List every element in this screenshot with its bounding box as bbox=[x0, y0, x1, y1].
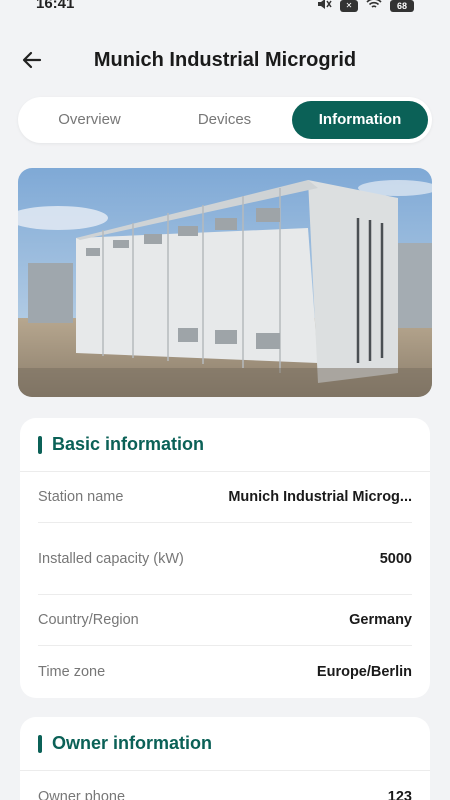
basic-info-card: Basic information Station name Munich In… bbox=[20, 418, 430, 698]
tab-bar: Overview Devices Information bbox=[18, 97, 432, 143]
info-row-country: Country/Region Germany bbox=[38, 595, 412, 646]
section-accent-bar bbox=[38, 435, 42, 454]
info-row-installed-capacity: Installed capacity (kW) 5000 bbox=[38, 523, 412, 595]
tab-devices[interactable]: Devices bbox=[157, 101, 292, 139]
arrow-left-icon[interactable] bbox=[20, 48, 44, 72]
info-row-station-name: Station name Munich Industrial Microg... bbox=[38, 472, 412, 523]
status-time: 16:41 bbox=[36, 0, 75, 12]
mute-icon bbox=[316, 0, 332, 15]
info-value: Europe/Berlin bbox=[316, 663, 412, 680]
basic-info-header: Basic information bbox=[20, 418, 430, 472]
info-label: Country/Region bbox=[38, 612, 139, 628]
info-value: Munich Industrial Microg... bbox=[228, 489, 412, 505]
owner-info-header: Owner information bbox=[20, 717, 430, 771]
info-value: 123 bbox=[387, 788, 412, 800]
close-box-icon: ✕ bbox=[340, 0, 358, 12]
info-label: Installed capacity (kW) bbox=[38, 550, 184, 567]
info-label: Station name bbox=[38, 489, 124, 505]
basic-info-title: Basic information bbox=[52, 434, 205, 454]
info-label: Owner phone bbox=[38, 788, 126, 800]
info-label: Time zone bbox=[38, 663, 106, 680]
info-value: Germany bbox=[349, 612, 412, 628]
battery-icon: 68 bbox=[390, 0, 414, 12]
info-value: 5000 bbox=[379, 550, 412, 567]
owner-info-card: Owner information Owner phone 123 bbox=[20, 717, 430, 800]
status-bar: 16:41 ✕ 68 bbox=[0, 0, 450, 14]
tab-information[interactable]: Information bbox=[292, 101, 428, 139]
status-icons: ✕ 68 bbox=[316, 0, 414, 15]
app-header: Munich Industrial Microgrid bbox=[0, 38, 450, 82]
tab-overview[interactable]: Overview bbox=[22, 101, 157, 139]
wifi-icon bbox=[366, 0, 382, 15]
section-accent-bar bbox=[38, 734, 42, 753]
info-row-owner-phone: Owner phone 123 bbox=[38, 771, 412, 800]
info-row-time-zone: Time zone Europe/Berlin bbox=[38, 646, 412, 697]
owner-info-title: Owner information bbox=[52, 733, 213, 753]
station-photo bbox=[18, 168, 432, 397]
page-title: Munich Industrial Microgrid bbox=[93, 48, 357, 71]
